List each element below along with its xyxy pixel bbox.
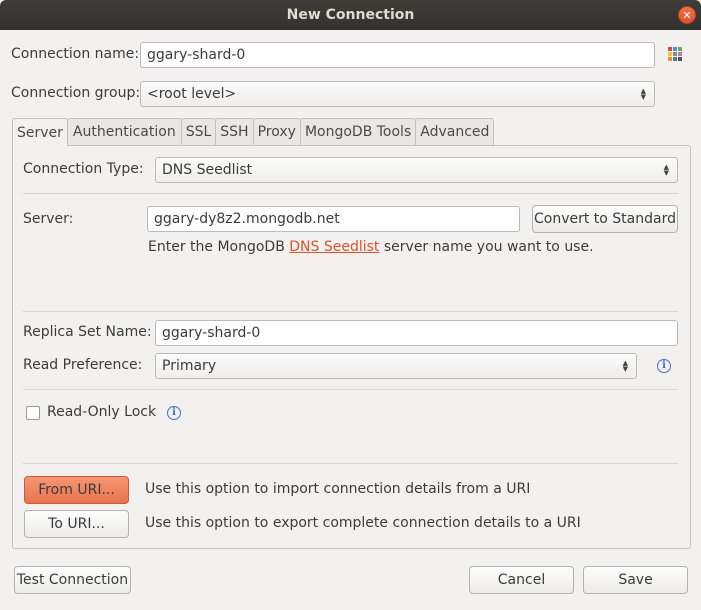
tab-server[interactable]: Server bbox=[12, 118, 68, 146]
from-uri-button[interactable]: From URI... bbox=[24, 476, 129, 504]
connection-type-label: Connection Type: bbox=[23, 161, 144, 177]
combo-arrows-icon: ▲ ▼ bbox=[663, 163, 669, 177]
tab-advanced[interactable]: Advanced bbox=[415, 118, 495, 145]
separator bbox=[23, 389, 678, 390]
window-title: New Connection bbox=[286, 7, 415, 23]
separator bbox=[23, 311, 678, 312]
server-value: ggary-dy8z2.mongodb.net bbox=[154, 211, 340, 227]
replica-set-label: Replica Set Name: bbox=[23, 324, 152, 340]
close-window-button[interactable]: ✕ bbox=[678, 6, 696, 24]
read-preference-value: Primary bbox=[162, 358, 217, 374]
connection-name-label: Connection name: bbox=[11, 46, 140, 62]
color-picker-icon[interactable] bbox=[668, 47, 682, 61]
separator bbox=[23, 193, 678, 194]
replica-set-value: ggary-shard-0 bbox=[162, 325, 261, 341]
server-hint-prefix: Enter the MongoDB bbox=[148, 239, 290, 255]
server-hint-suffix: server name you want to use. bbox=[379, 239, 594, 255]
connection-group-select[interactable]: <root level> ▲ ▼ bbox=[140, 81, 655, 107]
dns-seedlist-link[interactable]: DNS Seedlist bbox=[289, 239, 379, 255]
server-hint: Enter the MongoDB DNS Seedlist server na… bbox=[148, 239, 594, 255]
convert-to-standard-button[interactable]: Convert to Standard bbox=[532, 205, 678, 233]
window-titlebar: New Connection ✕ bbox=[0, 0, 701, 30]
read-preference-label: Read Preference: bbox=[23, 357, 143, 373]
combo-arrows-icon: ▲ ▼ bbox=[640, 87, 646, 101]
server-label: Server: bbox=[23, 211, 74, 227]
from-uri-description: Use this option to import connection det… bbox=[145, 481, 531, 497]
connection-type-select[interactable]: DNS Seedlist ▲ ▼ bbox=[155, 157, 678, 183]
tab-proxy[interactable]: Proxy bbox=[252, 118, 301, 145]
connection-group-label: Connection group: bbox=[11, 85, 141, 101]
to-uri-button[interactable]: To URI... bbox=[24, 510, 129, 538]
tab-ssh[interactable]: SSH bbox=[215, 118, 254, 145]
test-connection-button[interactable]: Test Connection bbox=[14, 566, 131, 594]
tab-mongodb-tools[interactable]: MongoDB Tools bbox=[299, 118, 417, 145]
server-input[interactable]: ggary-dy8z2.mongodb.net bbox=[147, 206, 520, 232]
cancel-button[interactable]: Cancel bbox=[469, 566, 574, 594]
save-button[interactable]: Save bbox=[583, 566, 688, 594]
connection-name-input[interactable]: ggary-shard-0 bbox=[140, 42, 655, 68]
connection-type-value: DNS Seedlist bbox=[162, 162, 253, 178]
separator bbox=[23, 463, 678, 464]
read-preference-select[interactable]: Primary ▲ ▼ bbox=[155, 353, 637, 379]
tab-ssl[interactable]: SSL bbox=[180, 118, 217, 145]
tab-authentication[interactable]: Authentication bbox=[66, 118, 182, 145]
tab-bar: Server Authentication SSL SSH Proxy Mong… bbox=[12, 118, 495, 146]
combo-arrows-icon: ▲ ▼ bbox=[622, 359, 628, 373]
read-only-lock-checkbox[interactable] bbox=[26, 406, 40, 420]
read-only-lock-info-icon[interactable]: i bbox=[167, 406, 181, 420]
replica-set-input[interactable]: ggary-shard-0 bbox=[155, 320, 678, 346]
connection-name-value: ggary-shard-0 bbox=[147, 47, 246, 63]
read-only-lock-label: Read-Only Lock bbox=[47, 404, 157, 420]
to-uri-description: Use this option to export complete conne… bbox=[145, 515, 581, 531]
read-preference-info-icon[interactable]: i bbox=[657, 359, 671, 373]
connection-group-value: <root level> bbox=[147, 86, 237, 102]
